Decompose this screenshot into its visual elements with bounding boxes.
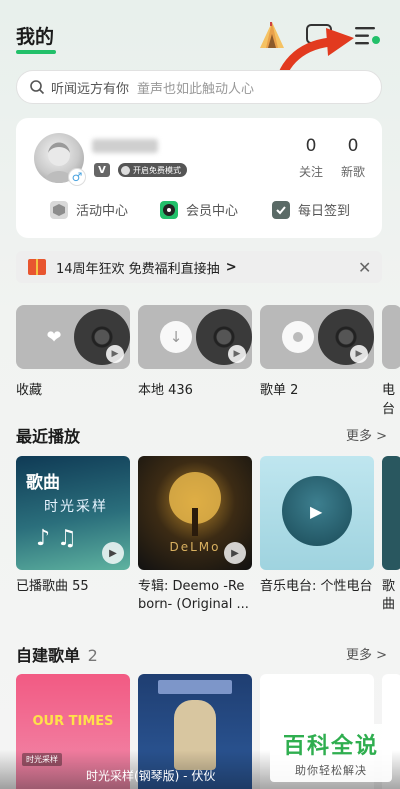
vip-level-icon[interactable]: V xyxy=(94,163,110,177)
tile-local[interactable]: ↓ ▶ xyxy=(138,305,252,369)
playlists-more-link[interactable]: 更多 > xyxy=(346,644,387,663)
follow-count[interactable]: 0 xyxy=(296,136,326,156)
watermark-title: 百科全说 xyxy=(282,734,379,759)
promo-banner[interactable]: 14周年狂欢 免费福利直接抽 > xyxy=(16,251,382,283)
page-title: 我的 xyxy=(16,26,55,48)
play-icon[interactable]: ▶ xyxy=(350,345,368,363)
cover-subtext: 时光采样 xyxy=(44,499,108,515)
tile-radio[interactable] xyxy=(382,305,400,369)
recent-label-partial-1: 歌 xyxy=(382,579,396,594)
follow-label[interactable]: 关注 xyxy=(291,163,331,180)
recent-label-deemo-2: born- (Original ... xyxy=(138,597,249,612)
play-icon[interactable]: ▶ xyxy=(102,542,124,564)
watermark-subtitle: 助你轻松解决 xyxy=(295,764,367,777)
tile-label-favorites: 收藏 xyxy=(16,383,43,398)
search-icon xyxy=(30,80,45,95)
member-center-label: 会员中心 xyxy=(186,204,239,219)
daily-checkin-label: 每日签到 xyxy=(298,204,351,219)
username xyxy=(92,139,158,153)
cube-icon xyxy=(50,200,68,219)
recent-label-radio: 音乐电台: 个性电台 xyxy=(260,579,373,594)
download-icon: ↓ xyxy=(160,321,192,353)
close-icon[interactable]: ✕ xyxy=(358,258,371,277)
recent-label-partial-2: 曲 xyxy=(382,597,396,612)
recent-label-deemo-1: 专辑: Deemo -Re xyxy=(138,579,245,594)
disc-icon xyxy=(282,321,314,353)
tile-favorites[interactable]: ❤ ▶ xyxy=(16,305,130,369)
recent-cover-radio[interactable]: ▶ xyxy=(260,456,374,570)
music-notes-icon: ♪ ♫ xyxy=(36,526,77,551)
recent-cover-songs[interactable]: 歌曲 时光采样 ♪ ♫ ▶ xyxy=(16,456,130,570)
daily-checkin-link[interactable]: 每日签到 xyxy=(272,200,350,219)
gift-icon xyxy=(28,259,46,275)
play-icon[interactable]: ▶ xyxy=(106,345,124,363)
recent-more-link[interactable]: 更多 > xyxy=(346,425,387,444)
play-icon[interactable]: ▶ xyxy=(310,502,322,521)
title-underline xyxy=(16,50,56,54)
search-placeholder-primary: 听闻远方有你 xyxy=(51,81,130,97)
recent-cover-deemo[interactable]: DeLMo ▶ xyxy=(138,456,252,570)
cover-text: OUR TIMES xyxy=(32,714,114,729)
check-shield-icon xyxy=(272,200,290,219)
member-center-link[interactable]: 会员中心 xyxy=(160,200,238,219)
recent-section-title: 最近播放 xyxy=(16,427,81,446)
coin-icon xyxy=(121,165,130,175)
new-songs-count[interactable]: 0 xyxy=(338,136,368,156)
recent-cover-partial[interactable] xyxy=(382,456,400,570)
playlists-section-title: 自建歌单 2 xyxy=(16,642,98,666)
activity-center-label: 活动中心 xyxy=(76,204,129,219)
free-mode-label: 开启免费模式 xyxy=(133,165,181,175)
cover-text: 歌曲 xyxy=(26,473,60,493)
promo-text: 14周年狂欢 免费福利直接抽 xyxy=(56,261,220,277)
play-icon[interactable]: ▶ xyxy=(228,345,246,363)
playlists-count: 2 xyxy=(87,646,98,665)
playlists-title-text: 自建歌单 xyxy=(16,646,81,665)
mini-player-badge: 时光采样 xyxy=(22,753,62,766)
gender-badge-icon: ♂ xyxy=(68,168,86,186)
search-placeholder-secondary: 童声也如此触动人心 xyxy=(137,81,255,97)
tile-label-local: 本地 436 xyxy=(138,383,193,398)
activity-center-link[interactable]: 活动中心 xyxy=(50,200,128,219)
recent-label-songs: 已播歌曲 55 xyxy=(16,579,89,594)
mini-player-title: 时光采样(钢琴版) - 伏伙 xyxy=(86,769,216,783)
chevron-right-icon: > xyxy=(225,259,237,275)
tile-playlists[interactable]: ▶ xyxy=(260,305,374,369)
play-icon[interactable]: ▶ xyxy=(224,542,246,564)
cover-art xyxy=(158,680,232,694)
free-mode-badge[interactable]: 开启免费模式 xyxy=(118,163,187,177)
tile-label-playlists: 歌单 2 xyxy=(260,383,299,398)
vinyl-icon xyxy=(160,200,178,219)
watermark-logo: 百科全说 助你轻松解决 xyxy=(270,724,392,782)
tree-art-icon xyxy=(169,472,221,536)
new-songs-label[interactable]: 新歌 xyxy=(333,163,373,180)
tile-label-radio: 电台 xyxy=(382,383,396,417)
heart-icon: ❤ xyxy=(46,326,62,348)
search-input[interactable]: 听闻远方有你 童声也如此触动人心 xyxy=(16,70,382,104)
